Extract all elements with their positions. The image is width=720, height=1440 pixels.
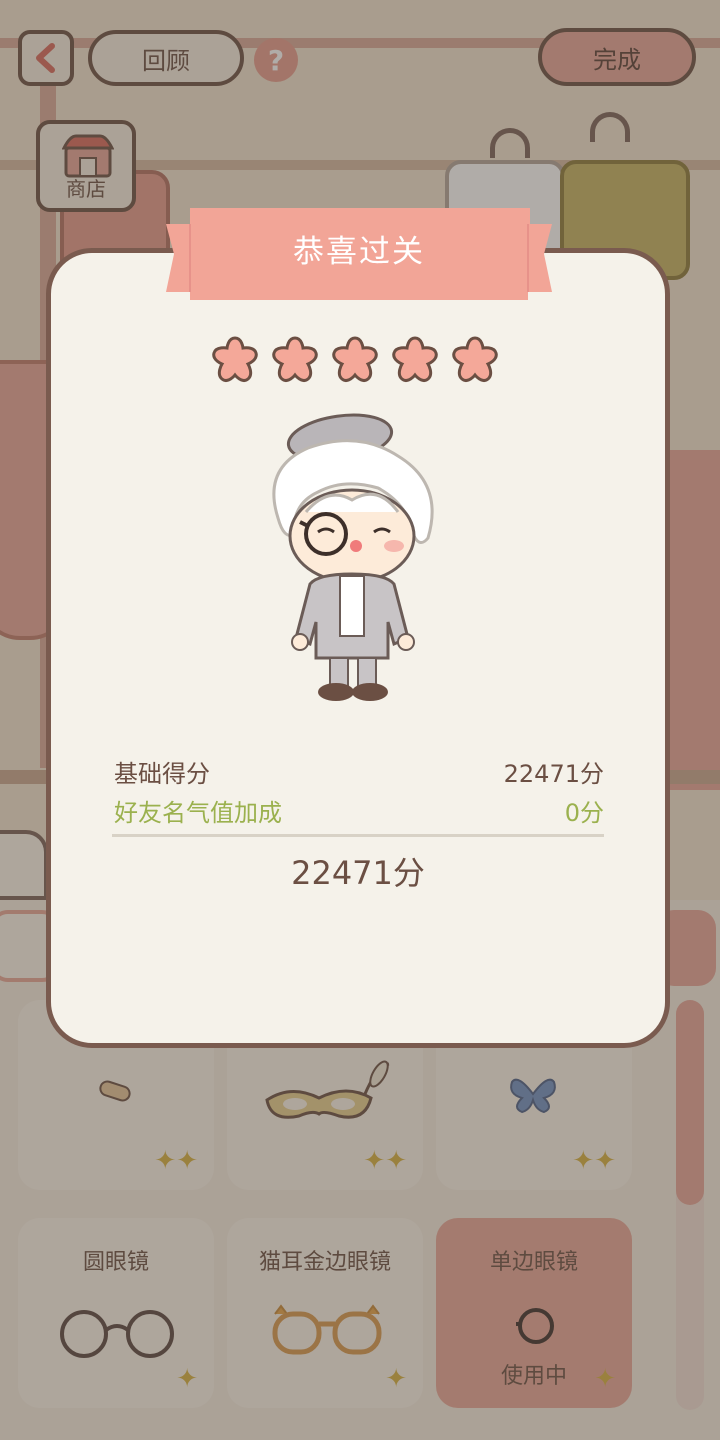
base-score-value: 22471分: [503, 760, 604, 788]
star-icon: [272, 336, 318, 382]
base-score-label: 基础得分: [114, 760, 210, 788]
star-icon: [332, 336, 378, 382]
bonus-score-label: 好友名气值加成: [114, 799, 282, 827]
total-score: 22471分: [291, 854, 425, 892]
star-icon: [452, 336, 498, 382]
bonus-score-row: 好友名气值加成 0分: [114, 793, 604, 828]
star-icon: [392, 336, 438, 382]
star-rating: [210, 334, 510, 388]
base-score-row: 基础得分 22471分: [114, 754, 604, 789]
dialog-title: 恭喜过关: [293, 234, 425, 270]
bonus-score-value: 0分: [564, 799, 604, 827]
score-divider: [112, 834, 604, 837]
star-icon: [212, 336, 258, 382]
character-avatar: [272, 413, 434, 701]
